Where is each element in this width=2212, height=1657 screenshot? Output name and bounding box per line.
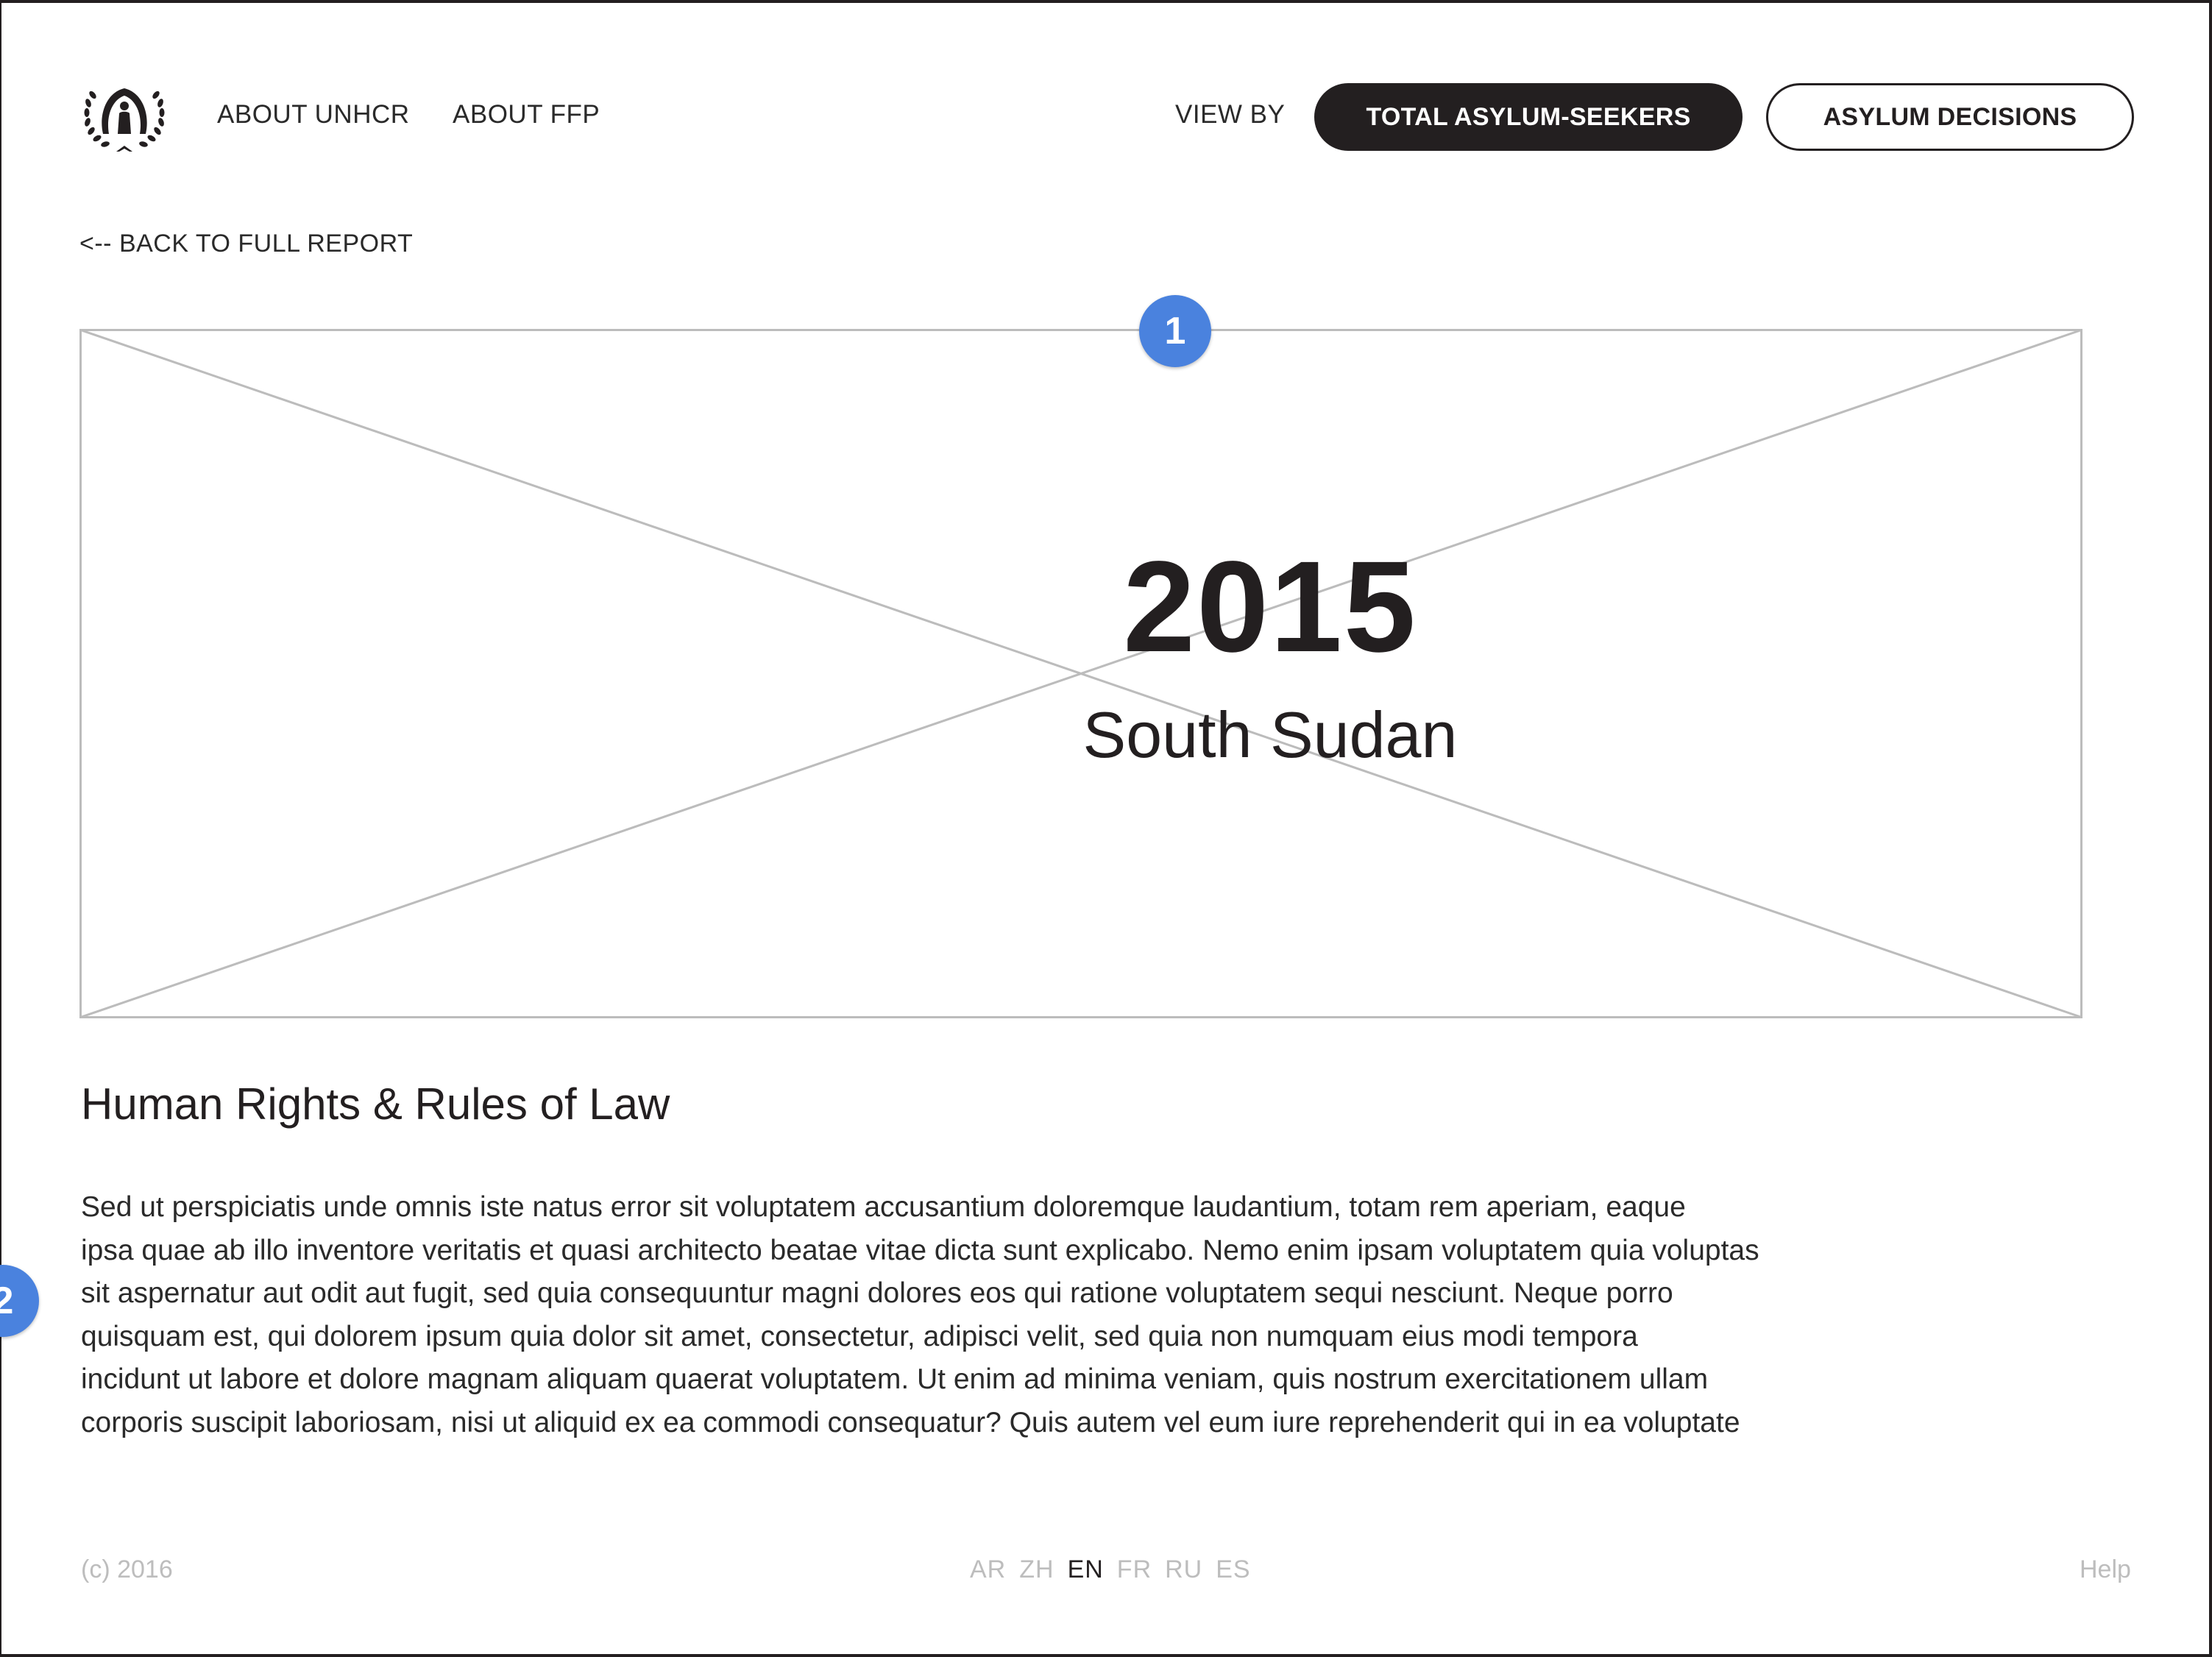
body-line: corporis suscipit laboriosam, nisi ut al…	[81, 1406, 1740, 1438]
body-line: sit aspernatur aut odit aut fugit, sed q…	[81, 1277, 1673, 1309]
language-switcher: AR ZH EN FR RU ES	[970, 1555, 1251, 1584]
annotation-marker-1: 1	[1139, 295, 1211, 367]
lang-en[interactable]: EN	[1068, 1555, 1104, 1584]
copyright-text: (c) 2016	[81, 1555, 173, 1583]
hero-text: 2015 South Sudan	[1013, 329, 1528, 1018]
hero-image-placeholder: 2015 South Sudan	[79, 329, 2082, 1018]
view-asylum-decisions-button[interactable]: ASYLUM DECISIONS	[1766, 83, 2134, 151]
body-line: Sed ut perspiciatis unde omnis iste natu…	[81, 1191, 1686, 1223]
lang-ar[interactable]: AR	[970, 1555, 1006, 1584]
lang-es[interactable]: ES	[1216, 1555, 1250, 1584]
unhcr-emblem-icon[interactable]	[81, 81, 168, 155]
nav-about-ffp[interactable]: ABOUT FFP	[453, 100, 600, 129]
section-body: Sed ut perspiciatis unde omnis iste natu…	[81, 1186, 1862, 1444]
help-link[interactable]: Help	[2080, 1555, 2131, 1584]
nav-about-unhcr[interactable]: ABOUT UNHCR	[217, 100, 410, 129]
back-to-full-report-link[interactable]: <-- BACK TO FULL REPORT	[79, 230, 413, 258]
view-by-label: VIEW BY	[1175, 100, 1286, 129]
section-title: Human Rights & Rules of Law	[81, 1079, 670, 1129]
hero-country: South Sudan	[1082, 698, 1458, 771]
lang-zh[interactable]: ZH	[1019, 1555, 1054, 1584]
body-line: incidunt ut labore et dolore magnam aliq…	[81, 1363, 1709, 1395]
hero-year: 2015	[1123, 535, 1417, 679]
body-line: ipsa quae ab illo inventore veritatis et…	[81, 1234, 1759, 1266]
lang-ru[interactable]: RU	[1165, 1555, 1202, 1584]
lang-fr[interactable]: FR	[1117, 1555, 1152, 1584]
view-total-asylum-seekers-button[interactable]: TOTAL ASYLUM-SEEKERS	[1314, 83, 1743, 151]
body-line: quisquam est, qui dolorem ipsum quia dol…	[81, 1320, 1638, 1352]
